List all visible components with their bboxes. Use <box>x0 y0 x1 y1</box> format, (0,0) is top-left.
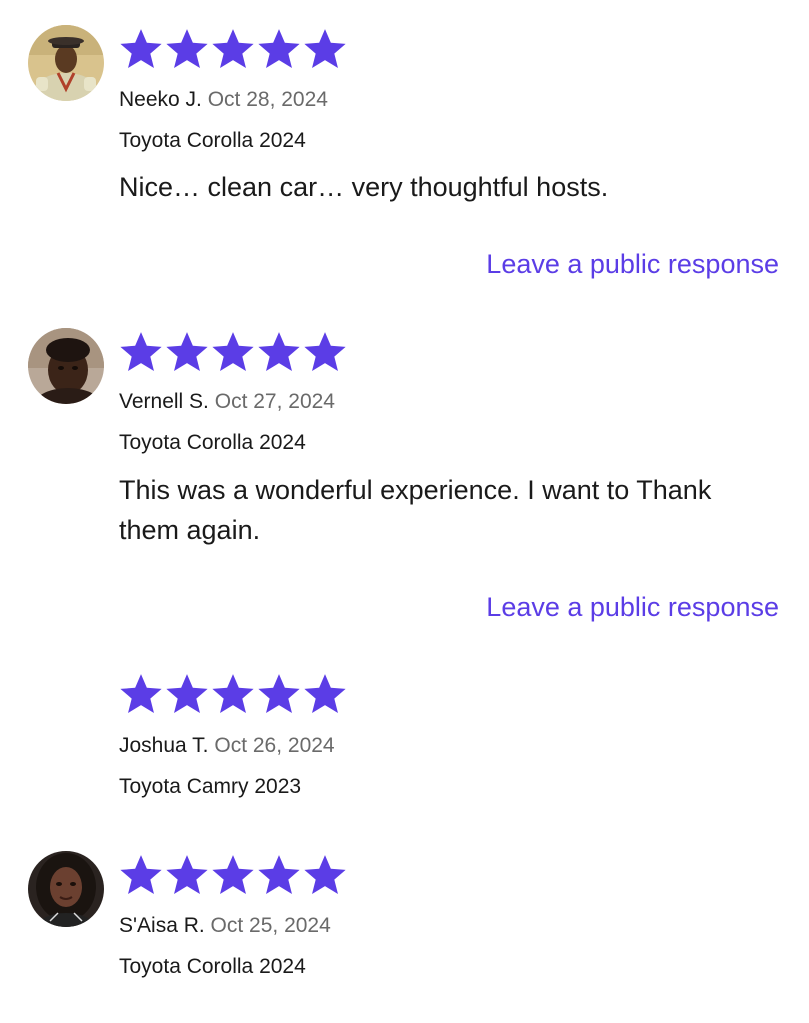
review-date: Oct 28, 2024 <box>207 88 328 111</box>
leave-public-response-link[interactable]: Leave a public response <box>486 590 779 624</box>
star-icon <box>119 854 163 896</box>
review-comment: This was a wonderful experience. I want … <box>119 475 712 545</box>
vehicle-name[interactable]: Toyota Camry 2023 <box>119 774 301 800</box>
star-icon <box>303 28 347 70</box>
star-icon <box>165 331 209 373</box>
star-icon <box>119 673 163 715</box>
review-meta: Vernell S. Oct 27, 2024 <box>119 389 335 415</box>
star-icon <box>257 331 301 373</box>
star-icon <box>211 854 255 896</box>
review-meta: Joshua T. Oct 26, 2024 <box>119 733 335 759</box>
avatar[interactable] <box>28 851 104 927</box>
avatar[interactable] <box>28 25 104 101</box>
review-meta: S'Aisa R. Oct 25, 2024 <box>119 913 331 939</box>
star-icon <box>165 28 209 70</box>
review-comment: Nice… clean car… very thoughtful hosts. <box>119 172 609 202</box>
reviewer-name[interactable]: S'Aisa R. <box>119 914 205 937</box>
star-icon <box>257 28 301 70</box>
review-date: Oct 25, 2024 <box>210 914 331 937</box>
star-rating <box>119 854 347 896</box>
review-date: Oct 26, 2024 <box>214 734 335 757</box>
vehicle-name[interactable]: Toyota Corolla 2024 <box>119 954 306 980</box>
star-icon <box>119 331 163 373</box>
star-icon <box>119 28 163 70</box>
star-icon <box>211 331 255 373</box>
star-rating <box>119 331 347 373</box>
star-icon <box>165 854 209 896</box>
star-icon <box>211 673 255 715</box>
star-icon <box>303 331 347 373</box>
avatar[interactable] <box>28 328 104 404</box>
leave-public-response-link[interactable]: Leave a public response <box>486 247 779 281</box>
reviewer-name[interactable]: Neeko J. <box>119 88 202 111</box>
vehicle-name[interactable]: Toyota Corolla 2024 <box>119 430 306 456</box>
star-icon <box>303 673 347 715</box>
star-icon <box>211 28 255 70</box>
star-icon <box>257 854 301 896</box>
star-icon <box>165 673 209 715</box>
star-rating <box>119 673 347 715</box>
reviewer-name[interactable]: Joshua T. <box>119 734 209 757</box>
reviewer-name[interactable]: Vernell S. <box>119 390 209 413</box>
review-date: Oct 27, 2024 <box>214 390 335 413</box>
star-rating <box>119 28 347 70</box>
review-meta: Neeko J. Oct 28, 2024 <box>119 87 328 113</box>
star-icon <box>303 854 347 896</box>
star-icon <box>257 673 301 715</box>
vehicle-name[interactable]: Toyota Corolla 2024 <box>119 128 306 154</box>
